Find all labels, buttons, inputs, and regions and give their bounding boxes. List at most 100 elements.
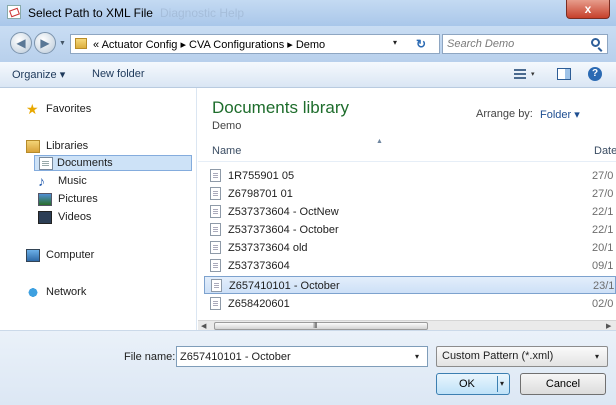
file-row[interactable]: Z658420601 02/0 [204,295,616,313]
file-name: Z537373604 - OctNew [228,206,339,218]
file-date: 09/1 [592,260,614,272]
column-header-name[interactable]: Name [212,145,241,157]
file-date: 27/0 [592,170,614,182]
file-type-filter-select[interactable]: Custom Pattern (*.xml) ▾ [436,346,608,367]
sidebar-item-videos[interactable]: Videos [38,210,188,226]
file-row[interactable]: Z6798701 01 27/0 [204,185,616,203]
command-toolbar: Organize ▾ New folder ▾ ? [0,62,616,88]
sort-ascending-icon: ▲ [376,138,383,145]
sidebar-item-label: Documents [57,157,113,169]
dialog-footer: File name: ▾ Custom Pattern (*.xml) ▾ OK… [0,330,616,405]
file-icon [210,205,221,218]
close-button[interactable]: x [566,0,610,19]
arrange-by-label: Arrange by: [476,108,533,120]
videos-icon [38,211,52,224]
sidebar-item-label: Network [46,286,87,298]
file-row[interactable]: Z537373604 old 20/1 [204,239,616,257]
preview-pane-icon[interactable] [557,68,571,80]
ok-options-dropdown-icon[interactable]: ▾ [500,379,504,388]
help-icon[interactable]: ? [588,67,602,81]
window-title: Select Path to XML File [28,6,153,20]
scrollbar-thumb[interactable]: III [214,321,428,330]
file-row[interactable]: Z537373604 - OctNew 22/1 [204,203,616,221]
sidebar-item-label: Videos [58,211,92,223]
file-type-filter-value: Custom Pattern (*.xml) [442,350,554,362]
sidebar-item-documents[interactable]: Documents [34,155,192,171]
scrollbar-grip-icon: III [313,321,318,330]
file-date: 22/1 [592,224,614,236]
file-name: Z657410101 - October [229,280,340,292]
file-name-combobox[interactable]: ▾ [176,346,428,367]
file-dialog: Select Path to XML File Diagnostic Help … [0,0,616,405]
file-icon [211,279,222,292]
new-folder-button[interactable]: New folder [92,68,145,80]
sidebar-item-computer[interactable]: Computer [26,248,186,264]
file-row[interactable]: Z537373604 09/1 [204,257,616,275]
file-name: Z658420601 [228,298,290,310]
arrange-by-dropdown[interactable]: Folder ▾ [540,108,580,121]
organize-button[interactable]: Organize ▾ [12,68,65,81]
file-name: 1R755901 05 [228,170,295,182]
refresh-icon[interactable]: ↻ [413,37,429,51]
file-name-dropdown-icon[interactable]: ▾ [415,352,419,361]
search-input[interactable] [447,37,583,51]
sidebar-item-network[interactable]: Network [26,285,186,301]
title-bar[interactable]: Select Path to XML File Diagnostic Help … [0,0,616,26]
star-icon: ★ [26,101,39,117]
change-view-icon[interactable] [514,69,526,79]
file-name-label: File name: [124,351,176,363]
file-icon [210,223,221,236]
file-type-dropdown-icon[interactable]: ▾ [595,352,599,361]
library-subtitle: Demo [212,120,242,132]
recent-locations-dropdown-icon[interactable]: ▼ [59,40,66,47]
library-title: Documents library [212,98,349,117]
ok-button[interactable]: OK ▾ [436,373,510,395]
file-list-pane: Documents library Demo Arrange by: Folde… [198,88,616,331]
file-icon [210,259,221,272]
file-name: Z537373604 [228,260,290,272]
ok-split-divider [497,376,498,392]
sidebar-item-pictures[interactable]: Pictures [38,192,188,208]
sidebar-item-label: Music [58,175,87,187]
ok-label: OK [459,378,475,390]
sidebar-item-label: Pictures [58,193,98,205]
documents-icon [39,157,53,170]
address-dropdown-icon[interactable]: ▾ [393,38,397,47]
search-icon[interactable] [591,38,600,47]
folder-icon [75,38,87,49]
file-row[interactable]: Z537373604 - October 22/1 [204,221,616,239]
file-date: 23/1 [593,280,615,292]
sidebar-item-music[interactable]: ♪ Music [38,174,188,190]
file-date: 20/1 [592,242,614,254]
scroll-right-icon[interactable]: ▶ [606,322,611,330]
file-icon [210,169,221,182]
pictures-icon [38,193,52,206]
file-row-selected[interactable]: Z657410101 - October 23/1 [204,276,616,294]
column-header-row: Name ▲ Date [198,136,616,162]
column-header-date[interactable]: Date [594,145,616,157]
search-box[interactable] [442,34,608,54]
breadcrumb-path[interactable]: « Actuator Config ▸ CVA Configurations ▸… [93,38,325,51]
sidebar-item-libraries[interactable]: Libraries [26,139,186,155]
music-icon: ♪ [38,173,45,189]
scroll-left-icon[interactable]: ◀ [201,322,206,330]
cancel-button[interactable]: Cancel [520,373,606,395]
file-date: 02/0 [592,298,614,310]
back-button[interactable]: ◀ [10,32,32,54]
network-icon [26,286,40,299]
file-date: 27/0 [592,188,614,200]
navigation-pane: ★ Favorites Libraries Documents ♪ Music … [0,88,197,330]
file-icon [210,241,221,254]
file-icon [210,187,221,200]
file-row[interactable]: 1R755901 05 27/0 [204,167,616,185]
view-options-dropdown-icon[interactable]: ▾ [531,70,535,78]
background-window-title: Diagnostic Help [160,6,245,20]
file-name: Z537373604 - October [228,224,339,236]
libraries-icon [26,140,40,153]
sidebar-item-favorites[interactable]: ★ Favorites [26,102,186,118]
address-bar-row: ◀ ▶ ▼ « Actuator Config ▸ CVA Configurat… [0,26,616,62]
file-name-input[interactable] [180,350,400,364]
sidebar-item-label: Computer [46,249,95,261]
forward-button[interactable]: ▶ [34,32,56,54]
breadcrumb[interactable]: « Actuator Config ▸ CVA Configurations ▸… [70,34,440,54]
